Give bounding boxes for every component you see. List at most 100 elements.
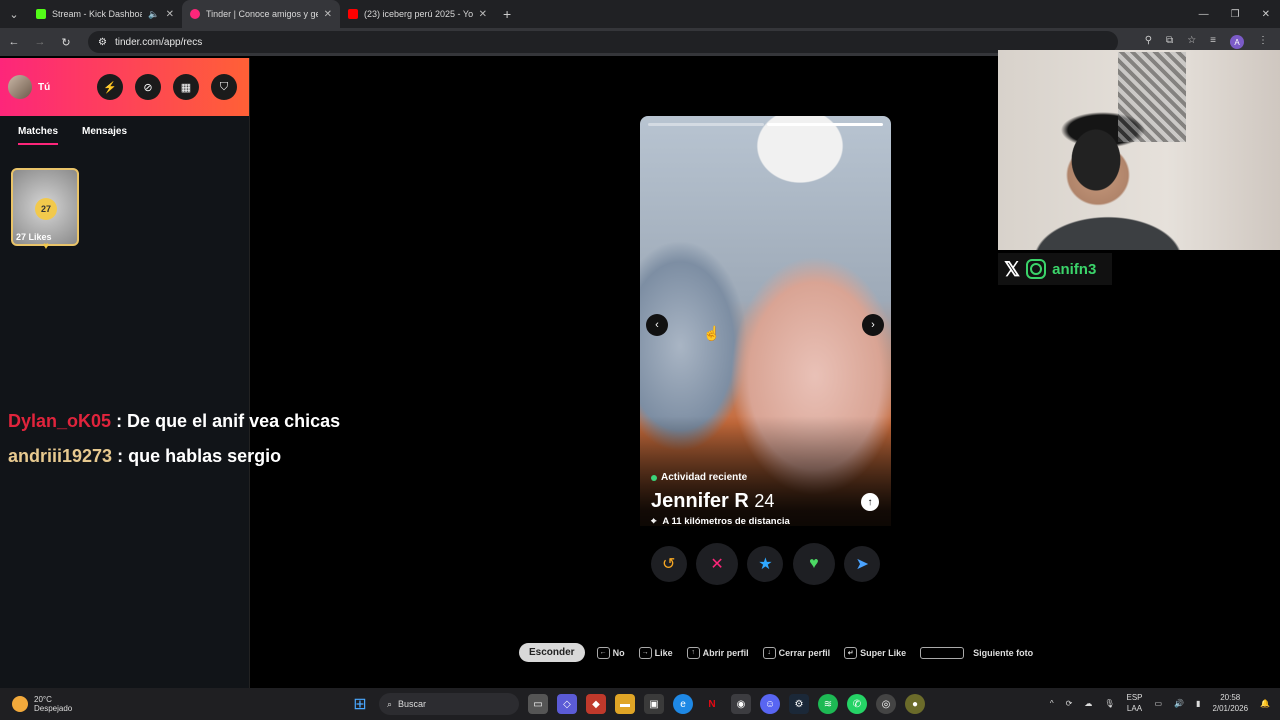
close-tab-icon[interactable]: ✕: [479, 9, 487, 20]
tab-kick[interactable]: Stream - Kick Dashboard 🔈 ✕: [28, 0, 182, 28]
sidebar-tabs: Matches Mensajes: [0, 116, 249, 145]
up-key-icon: ↑: [686, 646, 700, 659]
instagram-icon: [1026, 259, 1047, 279]
task-view-icon[interactable]: ▭: [528, 694, 548, 714]
nope-button[interactable]: ✕: [696, 543, 739, 585]
tab-messages[interactable]: Mensajes: [82, 126, 127, 145]
tray-chevron-icon[interactable]: ^: [1050, 699, 1054, 708]
mic-icon[interactable]: 🎙: [1104, 699, 1114, 708]
shortcut-open-profile: Abrir perfil: [702, 647, 749, 658]
previous-photo-icon[interactable]: ‹: [646, 314, 668, 336]
clock[interactable]: 20:58 2/01/2026: [1212, 692, 1248, 714]
chrome-icon[interactable]: ◉: [731, 694, 751, 714]
netflix-icon[interactable]: N: [702, 694, 722, 714]
sync-icon[interactable]: ⟳: [1066, 699, 1073, 708]
language-indicator[interactable]: ESP LAA: [1126, 692, 1142, 714]
lang-layout: LAA: [1126, 704, 1143, 713]
user-name[interactable]: Tú: [38, 82, 50, 93]
social-handle: anifn3: [1052, 260, 1097, 278]
close-tab-icon[interactable]: ✕: [166, 9, 174, 20]
social-handle-overlay: 𝕏 anifn3: [998, 253, 1112, 285]
new-tab-button[interactable]: +: [495, 6, 519, 22]
boost-send-button[interactable]: ➤: [844, 546, 881, 582]
briefcase-icon[interactable]: ▦: [173, 74, 199, 100]
install-icon[interactable]: ⧉: [1166, 35, 1173, 49]
tab-tinder[interactable]: Tinder | Conoce amigos y gente ✕: [182, 0, 340, 28]
rewind-button[interactable]: ↺: [650, 546, 687, 582]
display-icon[interactable]: ▭: [1155, 699, 1163, 708]
notification-icon[interactable]: 🔔: [1260, 699, 1270, 708]
copilot-icon[interactable]: ◇: [557, 694, 577, 714]
likes-count-badge: 27: [35, 198, 57, 220]
hide-shortcuts-button[interactable]: Esconder: [519, 643, 585, 662]
profile-avatar[interactable]: A: [1230, 35, 1244, 49]
close-window-icon[interactable]: ✕: [1262, 9, 1270, 20]
tab-search-chevron-icon[interactable]: ⌄: [0, 0, 28, 28]
menu-icon[interactable]: ⋮: [1258, 35, 1268, 49]
steam-icon[interactable]: ⚙: [789, 694, 809, 714]
sun-icon: [12, 696, 28, 712]
keyboard-shortcuts-bar: Esconder ← No → Like ↑ Abrir perfil ↓ Cerrar…: [519, 643, 1039, 662]
lang-code: ESP: [1126, 693, 1143, 702]
chat-message: andriii19273 : que hablas sergio: [8, 439, 340, 474]
url-input[interactable]: ⚙ tinder.com/app/recs: [88, 31, 1118, 53]
tinder-sidebar: Tú ⚡ ⊘ ▦ ⛉ Matches Mensajes 27 27 Likes …: [0, 58, 250, 688]
volume-icon[interactable]: 🔊: [1174, 699, 1184, 708]
shield-icon[interactable]: ⛉: [211, 74, 237, 100]
like-button[interactable]: ♥: [792, 543, 835, 585]
spotify-icon[interactable]: ≋: [818, 694, 838, 714]
location-icon[interactable]: ⚲: [1145, 35, 1152, 49]
discord-icon[interactable]: ☺: [760, 694, 780, 714]
site-info-icon[interactable]: ⚙: [98, 37, 107, 48]
open-profile-arrow-icon[interactable]: ↑: [861, 493, 879, 511]
maximize-icon[interactable]: ❐: [1231, 9, 1240, 20]
weather-widget[interactable]: 20°C Despejado: [0, 695, 72, 713]
cloud-icon[interactable]: ☁: [1084, 699, 1092, 708]
kick-favicon-icon: [36, 9, 46, 19]
speaker-icon[interactable]: 🔈: [148, 9, 159, 20]
reading-list-icon[interactable]: ≡: [1210, 35, 1216, 49]
file-explorer-icon[interactable]: ▬: [615, 694, 635, 714]
online-dot-icon: [651, 474, 657, 481]
battery-icon[interactable]: ▮: [1196, 699, 1200, 708]
shortcut-close-profile: Cerrar perfil: [778, 647, 831, 658]
taskbar-apps: ⊞ ⌕ Buscar ▭ ◇ ◆ ▬ ▣ e N ◉ ☺ ⚙ ≋ ✆ ◎ ●: [350, 693, 925, 715]
profile-name: Jennifer R: [651, 490, 749, 512]
toolbar-icons: ⚲ ⧉ ☆ ≡ A ⋮: [1145, 35, 1280, 49]
minimize-icon[interactable]: —: [1199, 9, 1209, 20]
boost-icon[interactable]: ⚡: [97, 74, 123, 100]
wall-poster: [1118, 52, 1186, 142]
profile-distance: ⌖ A 11 kilómetros de distancia: [651, 516, 790, 527]
app-icon[interactable]: ●: [905, 694, 925, 714]
reload-icon[interactable]: ↻: [54, 30, 78, 54]
user-avatar[interactable]: [8, 75, 32, 99]
windows-start-icon[interactable]: ⊞: [350, 694, 370, 714]
game-app-icon[interactable]: ◆: [586, 694, 606, 714]
taskbar-search[interactable]: ⌕ Buscar: [379, 693, 519, 715]
stream-chat: Dylan_oK05 : De que el anif vea chicas a…: [8, 404, 340, 474]
photo-progress-segment: [767, 123, 883, 126]
bookmark-star-icon[interactable]: ☆: [1187, 35, 1196, 49]
tab-youtube[interactable]: (23) iceberg perú 2025 - YouTube ✕: [340, 0, 495, 28]
back-arrow-icon[interactable]: ←: [2, 30, 26, 54]
tab-matches[interactable]: Matches: [18, 126, 59, 145]
search-placeholder: Buscar: [398, 699, 427, 709]
browser-tab-bar: ⌄ Stream - Kick Dashboard 🔈 ✕ Tinder | C…: [0, 0, 1280, 28]
super-like-button[interactable]: ★: [747, 546, 784, 582]
hand-cursor-icon: ☝: [703, 325, 721, 341]
whatsapp-icon[interactable]: ✆: [847, 694, 867, 714]
activity-text: Actividad reciente: [661, 472, 748, 483]
forward-arrow-icon[interactable]: →: [28, 30, 52, 54]
likes-card[interactable]: 27 27 Likes ♥: [11, 168, 79, 252]
search-icon: ⌕: [387, 698, 393, 709]
obs-icon[interactable]: ◎: [876, 694, 896, 714]
next-photo-icon[interactable]: ›: [862, 314, 884, 336]
profile-card[interactable]: ‹ › Actividad reciente Jennifer R 24 ↑ ⌖…: [640, 116, 891, 588]
chat-username: andriii19273: [8, 446, 113, 466]
tab-title: Tinder | Conoce amigos y gente: [206, 9, 318, 19]
shortcut-super-like: Super Like: [860, 647, 907, 658]
close-tab-icon[interactable]: ✕: [324, 9, 332, 20]
store-icon[interactable]: ▣: [644, 694, 664, 714]
explore-icon[interactable]: ⊘: [135, 74, 161, 100]
edge-icon[interactable]: e: [673, 694, 693, 714]
